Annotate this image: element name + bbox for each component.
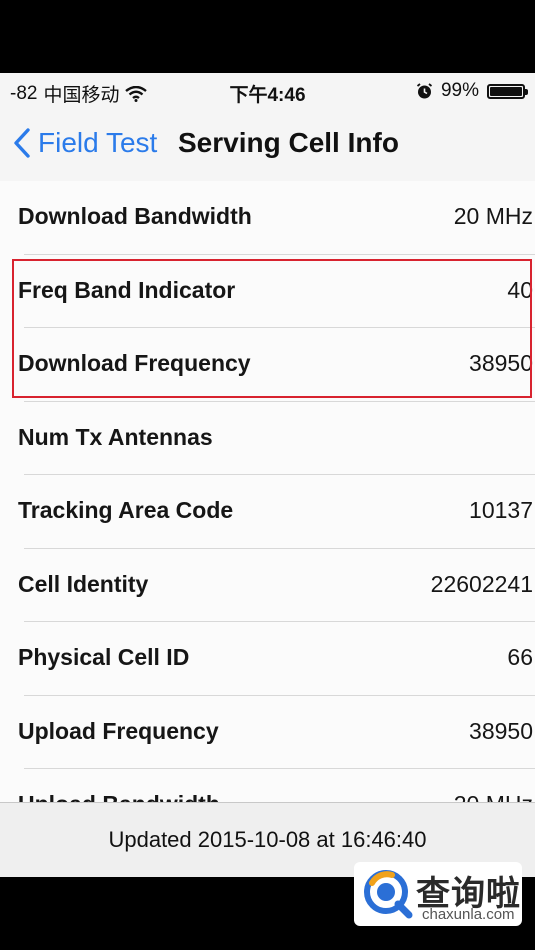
list-row-freq-band-indicator: Freq Band Indicator 40 <box>0 255 535 328</box>
battery-icon <box>487 83 528 99</box>
battery-fill <box>490 86 522 96</box>
row-label: Freq Band Indicator <box>18 276 236 303</box>
row-value: 38950 <box>469 350 533 376</box>
list-row-cell-identity: Cell Identity 22602241 <box>0 549 535 622</box>
nav-bar: Field Test Serving Cell Info <box>0 107 535 182</box>
row-value: 20 MHz <box>453 203 533 229</box>
page-title: Serving Cell Info <box>178 127 399 158</box>
watermark: 查询啦 chaxunla.com <box>354 862 522 926</box>
back-button[interactable]: Field Test <box>12 127 157 159</box>
row-value: 66 <box>507 644 533 670</box>
row-label: Cell Identity <box>18 570 149 597</box>
row-label: Num Tx Antennas <box>18 423 213 450</box>
list-row-download-frequency: Download Frequency 38950 <box>0 328 535 402</box>
chevron-left-icon <box>14 128 30 158</box>
row-label: Download Bandwidth <box>18 203 252 229</box>
row-label: Physical Cell ID <box>18 644 190 670</box>
status-right: 99% <box>416 80 528 102</box>
magnifier-logo-icon <box>364 870 413 919</box>
info-list[interactable]: Download Bandwidth 20 MHz Freq Band Indi… <box>0 181 535 806</box>
phone-screen: -82 中国移动 下午4:46 99% Field Test Serving C… <box>0 73 535 877</box>
list-row-tracking-area-code: Tracking Area Code 10137 <box>0 475 535 549</box>
list-row-upload-bandwidth: Upload Bandwidth 20 MHz <box>0 769 535 806</box>
alarm-icon <box>416 82 433 98</box>
list-row-download-bandwidth: Download Bandwidth 20 MHz <box>0 181 535 255</box>
list-row-physical-cell-id: Physical Cell ID 66 <box>0 622 535 696</box>
list-row-num-tx-antennas: Num Tx Antennas <box>0 402 535 475</box>
row-label: Download Frequency <box>18 350 251 376</box>
row-value: 22602241 <box>430 570 533 597</box>
watermark-subtitle: chaxunla.com <box>422 906 515 923</box>
list-row-upload-frequency: Upload Frequency 38950 <box>0 696 535 769</box>
row-value: 10137 <box>469 497 533 523</box>
back-label: Field Test <box>38 127 158 158</box>
row-label: Tracking Area Code <box>18 497 234 523</box>
last-updated-text: Updated 2015-10-08 at 16:46:40 <box>108 827 427 852</box>
row-value: 40 <box>507 276 533 303</box>
row-value: 38950 <box>469 717 533 744</box>
battery-percent: 99% <box>440 80 479 101</box>
status-bar: -82 中国移动 下午4:46 99% <box>0 73 535 107</box>
row-label: Upload Frequency <box>18 717 219 744</box>
